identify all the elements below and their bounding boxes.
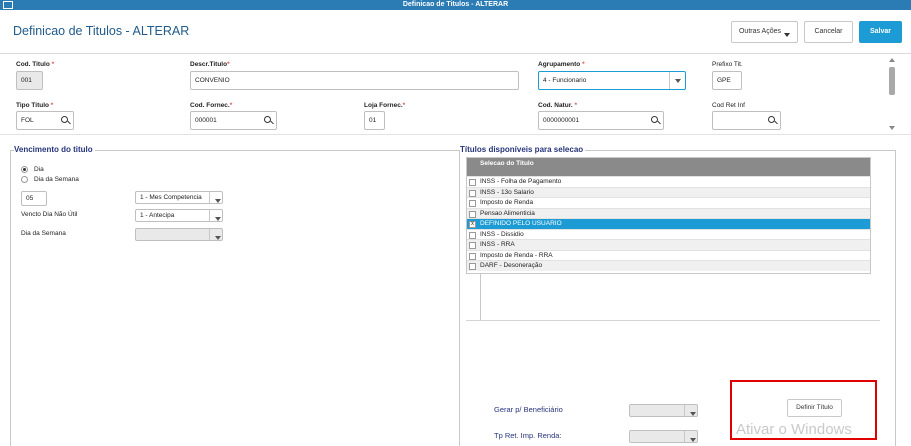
window-title-bar: Definicao de Titulos - ALTERAR — [0, 0, 911, 10]
grid-column-header: Selecao do Titulo — [480, 160, 534, 167]
cod-fornec-value: 000001 — [195, 117, 217, 124]
cod-titulo-label: Cod. Titulo * — [16, 61, 55, 68]
agrupamento-value: 4 - Funcionario — [543, 77, 587, 84]
prefixo-tit-input[interactable]: GPE — [712, 71, 742, 90]
search-icon[interactable] — [768, 116, 775, 123]
titulos-group-title: Títulos disponíveis para selecao — [460, 145, 586, 154]
competencia-select[interactable]: 1 - Mes Competencia — [135, 191, 223, 204]
title-form: Cod. Titulo * 001 Descr.Titulo* CONVENIO… — [0, 55, 911, 135]
cancel-button[interactable]: Cancelar — [804, 21, 853, 43]
chevron-down-icon[interactable] — [669, 72, 685, 89]
cod-fornec-label: Cod. Fornec.* — [190, 102, 233, 109]
row-checkbox[interactable] — [469, 252, 476, 260]
grid-empty-area-line — [480, 274, 481, 320]
chevron-down-icon[interactable] — [209, 192, 222, 203]
dia-semana-select[interactable] — [135, 228, 223, 241]
scroll-thumb[interactable] — [889, 67, 895, 95]
radio-dia-label: Dia — [34, 166, 44, 173]
other-actions-button[interactable]: Outras Ações — [731, 21, 798, 43]
cod-natur-label: Cod. Natur. * — [538, 102, 578, 109]
row-checkbox[interactable] — [469, 210, 476, 218]
gerar-beneficiario-label: Gerar p/ Beneficiário — [494, 405, 563, 414]
tipo-titulo-label: Tipo Titulo * — [16, 102, 54, 109]
dia-nao-util-select[interactable]: 1 - Antecipa — [135, 209, 223, 222]
table-row[interactable]: DARF - Desoneração — [467, 260, 870, 271]
radio-dia-semana-label: Dia da Semana — [34, 176, 79, 183]
vencimento-left-border — [10, 150, 11, 446]
windows-activation-watermark: Ativar o Windows — [736, 421, 852, 438]
cod-fornec-input[interactable]: 000001 — [190, 111, 277, 130]
competencia-value: 1 - Mes Competencia — [140, 194, 202, 201]
agrupamento-select[interactable]: 4 - Funcionario — [538, 71, 686, 90]
table-row[interactable]: INSS - RRA — [467, 239, 870, 250]
vencimento-right-border — [459, 150, 460, 446]
cod-natur-input[interactable]: 0000000001 — [538, 111, 664, 130]
dia-nao-util-label: Vencto Dia Não Útil — [21, 211, 78, 218]
page-header: Definicao de Titulos - ALTERAR Outras Aç… — [0, 10, 911, 54]
prefixo-tit-label: Prefixo Tit. — [712, 61, 743, 68]
tp-ret-imp-renda-label: Tp Ret. Imp. Renda: — [494, 431, 562, 440]
other-actions-label: Outras Ações — [738, 28, 782, 35]
loja-fornec-input[interactable]: 01 — [364, 111, 385, 130]
vencimento-group-title: Vencimento do titulo — [14, 145, 95, 154]
row-checkbox[interactable]: x — [469, 221, 476, 228]
chevron-down-icon[interactable] — [209, 229, 222, 240]
row-checkbox[interactable] — [469, 231, 476, 239]
search-icon[interactable] — [651, 116, 658, 123]
table-row[interactable]: INSS - Dissidio — [467, 228, 870, 239]
chevron-down-icon[interactable] — [209, 210, 222, 221]
titulos-divider — [466, 320, 880, 321]
form-scrollbar[interactable] — [888, 57, 896, 131]
scroll-up-icon[interactable] — [889, 58, 895, 62]
chevron-down-icon[interactable] — [684, 431, 697, 442]
cod-ret-inf-label: Cod Ret Inf — [712, 102, 745, 109]
table-row[interactable]: Imposto de Renda — [467, 197, 870, 208]
dia-semana-label: Dia da Semana — [21, 230, 66, 237]
dia-input[interactable]: 05 — [21, 191, 47, 206]
tp-ret-imp-renda-select[interactable] — [629, 430, 698, 443]
window-title: Definicao de Titulos - ALTERAR — [402, 1, 509, 8]
titulos-right-border — [895, 150, 896, 446]
radio-dia-semana[interactable] — [21, 176, 28, 183]
row-checkbox[interactable] — [469, 189, 476, 197]
dia-nao-util-value: 1 - Antecipa — [140, 212, 175, 219]
tipo-titulo-value: FOL — [21, 117, 34, 124]
agrupamento-label: Agrupamento * — [538, 61, 585, 68]
window-icon — [3, 1, 13, 9]
table-row[interactable]: Imposto de Renda - RRA — [467, 249, 870, 260]
chevron-down-icon — [784, 33, 791, 37]
cod-titulo-field: 001 — [16, 71, 43, 90]
table-row[interactable]: INSS - 13o Salario — [467, 186, 870, 197]
row-label: DARF - Desoneração — [480, 262, 543, 269]
cod-natur-value: 0000000001 — [543, 117, 580, 124]
cod-ret-inf-input[interactable] — [712, 111, 781, 130]
titulos-grid: Selecao do Titulo INSS - Folha de Pagame… — [466, 157, 871, 274]
tipo-titulo-input[interactable]: FOL — [16, 111, 74, 130]
gerar-beneficiario-select[interactable] — [629, 404, 698, 417]
descr-titulo-label: Descr.Titulo* — [190, 61, 230, 68]
row-checkbox[interactable] — [469, 179, 476, 186]
loja-fornec-label: Loja Fornec.* — [364, 102, 406, 109]
grid-header: Selecao do Titulo — [467, 158, 870, 176]
page-title: Definicao de Titulos - ALTERAR — [13, 24, 190, 38]
descr-titulo-input[interactable]: CONVENIO — [190, 71, 519, 90]
radio-dia[interactable] — [21, 166, 28, 173]
table-row-selected[interactable]: x DEFINIDO PELO USUARIO — [467, 218, 870, 229]
search-icon[interactable] — [264, 116, 271, 123]
scroll-down-icon[interactable] — [889, 126, 895, 130]
search-icon[interactable] — [61, 116, 68, 123]
table-row[interactable]: Pensao Alimenticia — [467, 207, 870, 218]
row-checkbox[interactable] — [469, 263, 476, 270]
row-checkbox[interactable] — [469, 242, 476, 249]
row-checkbox[interactable] — [469, 200, 476, 207]
table-row[interactable]: INSS - Folha de Pagamento — [467, 176, 870, 187]
save-button[interactable]: Salvar — [859, 21, 902, 43]
chevron-down-icon[interactable] — [684, 405, 697, 416]
